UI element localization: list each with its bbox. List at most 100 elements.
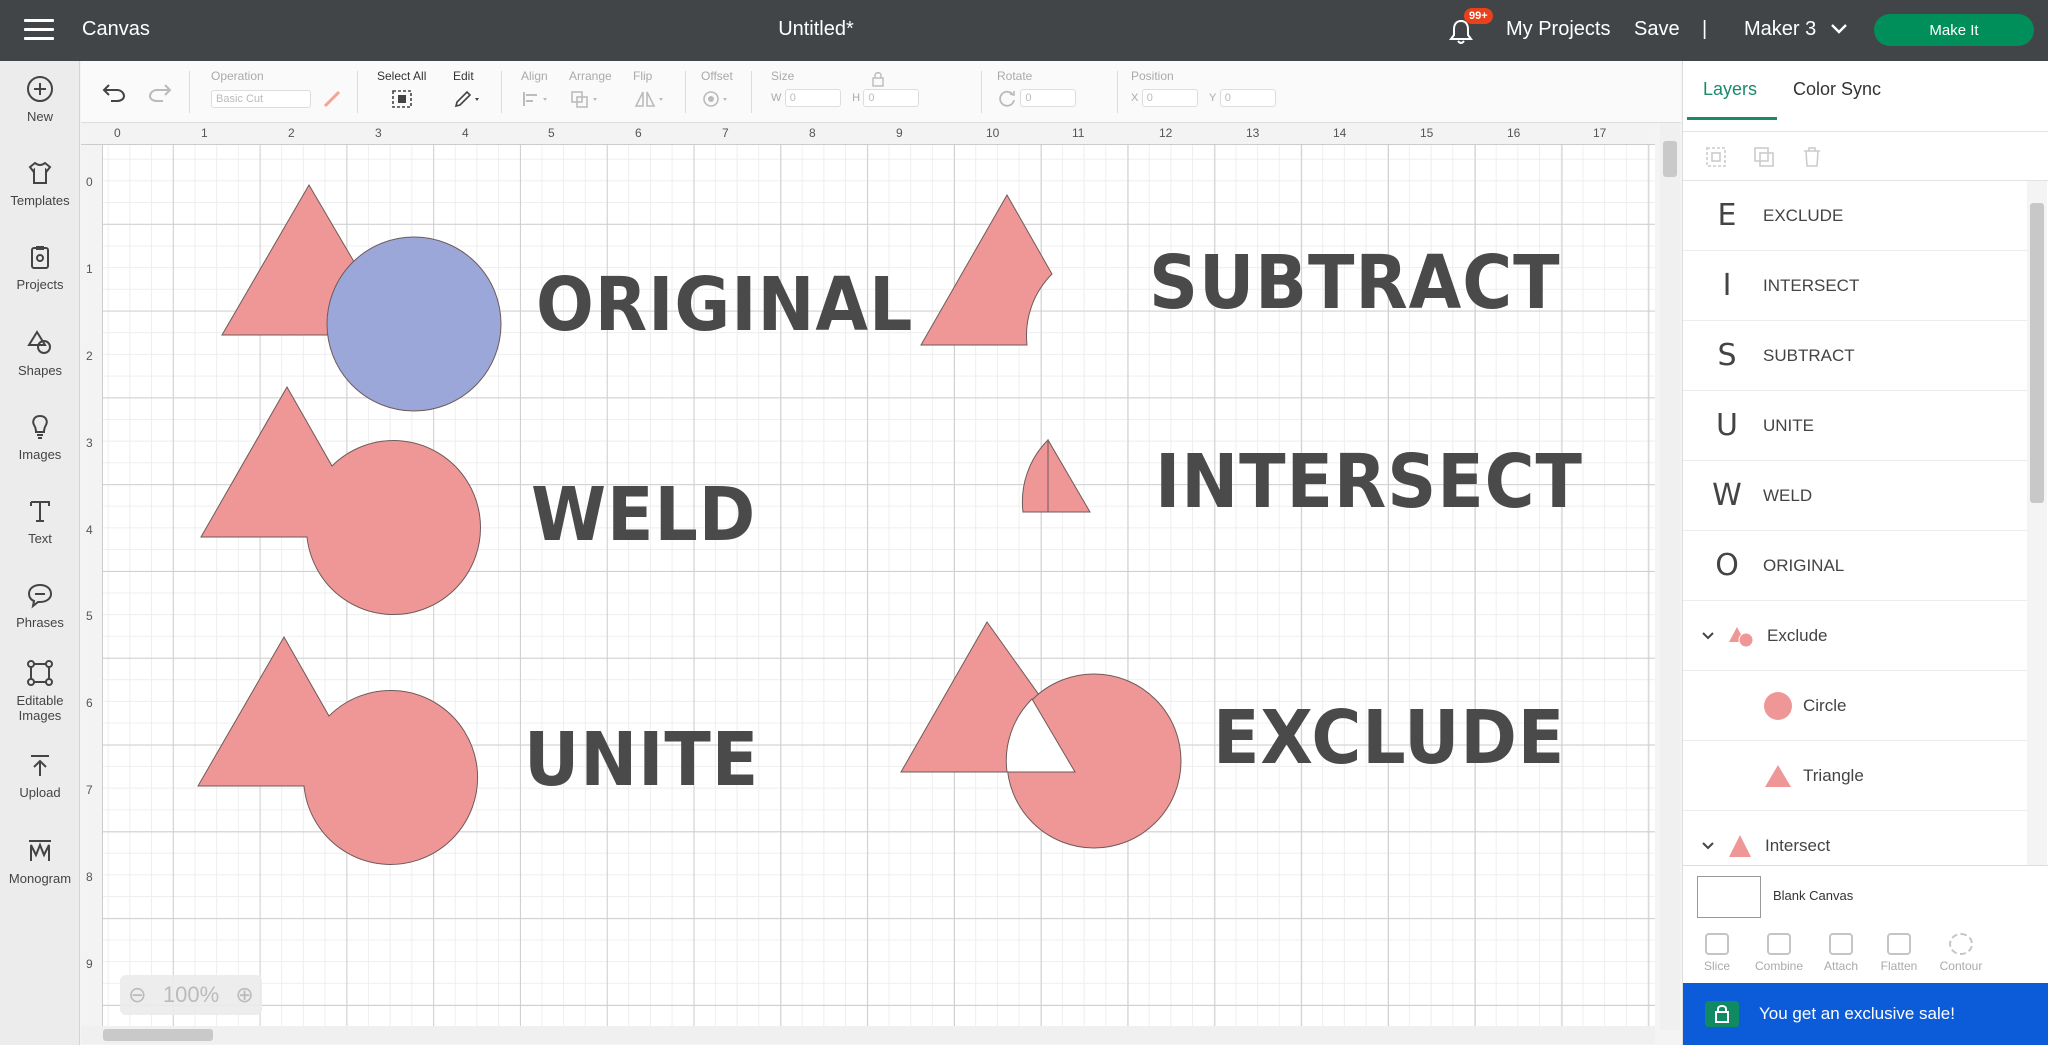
notification-badge: 99+ bbox=[1464, 8, 1493, 24]
bt-label: Attach bbox=[1823, 959, 1859, 973]
lightbulb-icon bbox=[32, 414, 48, 439]
sidebar-label: Phrases bbox=[16, 615, 64, 630]
blank-canvas-row[interactable]: Blank Canvas bbox=[1683, 865, 2048, 925]
y-input[interactable]: 0 bbox=[1219, 89, 1276, 107]
layer-name: Circle bbox=[1803, 695, 1847, 715]
sidebar-item-text[interactable]: Text bbox=[0, 497, 80, 546]
upload-icon bbox=[31, 755, 49, 776]
operation-label: Operation bbox=[211, 69, 264, 83]
zoom-in-icon[interactable]: ⊕ bbox=[235, 982, 253, 1008]
make-it-button[interactable]: Make It bbox=[1874, 14, 2034, 46]
layer-item[interactable]: S SUBTRACT bbox=[1683, 321, 2027, 391]
machine-selector[interactable]: Maker 3 bbox=[1744, 18, 1848, 41]
scroll-thumb[interactable] bbox=[1663, 141, 1677, 177]
sale-banner[interactable]: You get an exclusive sale! bbox=[1683, 983, 2048, 1045]
canvas-vertical-scrollbar[interactable] bbox=[1660, 123, 1680, 1030]
text-weld[interactable]: WELD bbox=[531, 472, 756, 558]
blank-canvas-swatch[interactable] bbox=[1697, 876, 1761, 918]
subtract-shape[interactable] bbox=[920, 193, 1053, 346]
text-unite[interactable]: UNITE bbox=[524, 717, 759, 803]
contour-button[interactable]: Contour bbox=[1931, 933, 1991, 973]
layer-item[interactable]: I INTERSECT bbox=[1683, 251, 2027, 321]
sidebar-item-monogram[interactable]: Monogram bbox=[0, 837, 80, 886]
layer-item[interactable]: U UNITE bbox=[1683, 391, 2027, 461]
attach-button[interactable]: Attach bbox=[1811, 933, 1871, 973]
align-group[interactable]: Align bbox=[521, 69, 551, 112]
arrange-group[interactable]: Arrange bbox=[569, 69, 612, 112]
original-group[interactable] bbox=[221, 184, 502, 412]
operation-select[interactable]: Basic Cut bbox=[211, 90, 311, 109]
text-original[interactable]: ORIGINAL bbox=[536, 262, 913, 348]
sidebar-item-shapes[interactable]: Shapes bbox=[0, 329, 80, 378]
slice-button[interactable]: Slice bbox=[1687, 933, 1747, 973]
layer-list-scrollbar[interactable] bbox=[2027, 181, 2047, 865]
chevron-down-icon[interactable] bbox=[1701, 841, 1715, 851]
my-projects-link[interactable]: My Projects bbox=[1506, 18, 1610, 41]
select-all-group[interactable]: Select All bbox=[377, 69, 426, 112]
scroll-thumb[interactable] bbox=[2030, 203, 2044, 503]
rotate-input[interactable]: 0 bbox=[1020, 89, 1077, 108]
weld-shape[interactable] bbox=[200, 385, 481, 615]
layer-item[interactable]: O ORIGINAL bbox=[1683, 531, 2027, 601]
zoom-out-icon[interactable]: ⊖ bbox=[128, 982, 146, 1008]
duplicate-icon[interactable] bbox=[1753, 146, 1775, 168]
zoom-level: 100% bbox=[162, 982, 220, 1007]
save-button[interactable]: Save bbox=[1634, 18, 1680, 41]
document-title[interactable]: Untitled* bbox=[0, 18, 1632, 41]
layer-thumbnail: O bbox=[1715, 548, 1739, 583]
edit-group[interactable]: Edit bbox=[453, 69, 483, 112]
flatten-button[interactable]: Flatten bbox=[1869, 933, 1929, 973]
scroll-thumb[interactable] bbox=[103, 1029, 213, 1041]
shirt-icon bbox=[28, 161, 52, 184]
design-canvas[interactable]: 0 1 2 3 4 5 6 7 8 9 10 11 12 13 14 15 16… bbox=[81, 123, 1655, 1030]
layer-item[interactable]: W WELD bbox=[1683, 461, 2027, 531]
sidebar-item-images[interactable]: Images bbox=[0, 413, 80, 462]
height-input[interactable]: 0 bbox=[863, 89, 920, 107]
sidebar-label: Images bbox=[18, 708, 62, 723]
layer-group-exclude[interactable]: Exclude bbox=[1683, 601, 2027, 671]
lock-icon[interactable] bbox=[871, 71, 885, 87]
sidebar-item-upload[interactable]: Upload bbox=[0, 751, 80, 800]
flip-group[interactable]: Flip bbox=[633, 69, 667, 112]
text-subtract[interactable]: SUBTRACT bbox=[1149, 240, 1561, 326]
text-exclude[interactable]: EXCLUDE bbox=[1213, 695, 1565, 781]
layer-group-intersect[interactable]: Intersect bbox=[1683, 811, 2027, 865]
clipboard-icon bbox=[31, 246, 49, 269]
offset-group[interactable]: Offset bbox=[701, 69, 733, 112]
sidebar-item-projects[interactable]: Projects bbox=[0, 243, 80, 292]
tab-layers[interactable]: Layers bbox=[1703, 79, 1757, 100]
x-input[interactable]: 0 bbox=[1141, 89, 1198, 107]
text-intersect[interactable]: INTERSECT bbox=[1155, 439, 1583, 525]
width-input[interactable]: 0 bbox=[784, 89, 841, 107]
pen-color-icon[interactable] bbox=[322, 89, 342, 109]
tab-color-sync[interactable]: Color Sync bbox=[1793, 79, 1881, 100]
exclude-shape[interactable] bbox=[900, 621, 1182, 849]
intersect-shape[interactable] bbox=[1021, 438, 1091, 513]
offset-label: Offset bbox=[701, 69, 733, 83]
delete-icon[interactable] bbox=[1801, 146, 1823, 168]
layer-child-triangle[interactable]: Triangle bbox=[1683, 741, 2027, 811]
group-icon[interactable] bbox=[1705, 146, 1727, 168]
combine-button[interactable]: Combine bbox=[1749, 933, 1809, 973]
triangle-thumbnail-icon bbox=[1765, 764, 1791, 787]
edit-toolbar: Operation Basic Cut Select All Edit Alig… bbox=[81, 61, 1681, 123]
bt-label: Flatten bbox=[1880, 959, 1918, 973]
redo-icon[interactable] bbox=[147, 83, 173, 103]
unite-shape[interactable] bbox=[197, 635, 479, 865]
sidebar-item-templates[interactable]: Templates bbox=[0, 159, 80, 208]
flip-label: Flip bbox=[633, 69, 653, 83]
bt-label: Contour bbox=[1939, 959, 1983, 973]
toolbar-divider bbox=[357, 71, 358, 113]
layer-name: Intersect bbox=[1765, 835, 1831, 855]
layer-child-circle[interactable]: Circle bbox=[1683, 671, 2027, 741]
sidebar-label: Projects bbox=[16, 277, 64, 292]
chevron-down-icon[interactable] bbox=[1701, 631, 1715, 641]
layer-item[interactable]: E EXCLUDE bbox=[1683, 181, 2027, 251]
undo-icon[interactable] bbox=[101, 83, 127, 103]
sidebar-item-editable-images[interactable]: Editable Images bbox=[0, 659, 80, 723]
sidebar-item-phrases[interactable]: Phrases bbox=[0, 581, 80, 630]
layer-thumbnail: I bbox=[1722, 268, 1732, 303]
layer-thumbnail: S bbox=[1717, 338, 1737, 373]
sidebar-item-new[interactable]: New bbox=[0, 75, 80, 124]
canvas-horizontal-scrollbar[interactable] bbox=[81, 1026, 1655, 1044]
